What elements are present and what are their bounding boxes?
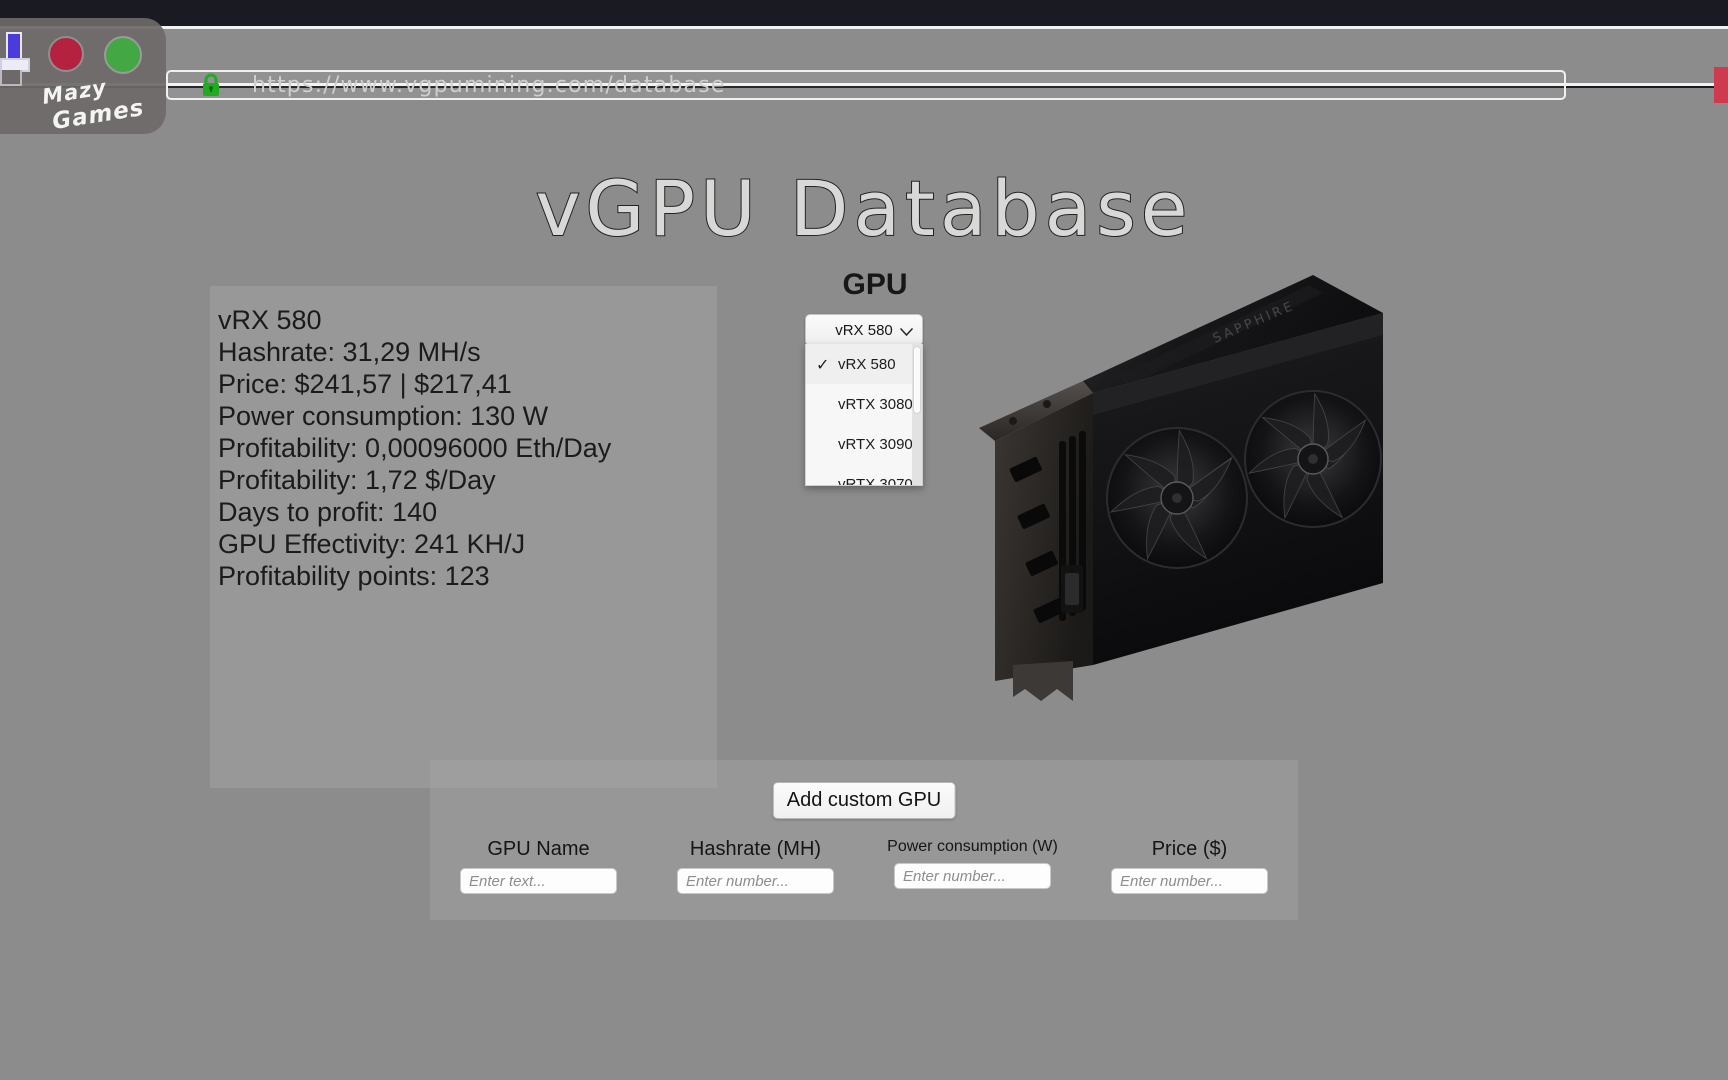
- power-consumption-label: Power consumption (W): [887, 838, 1058, 855]
- info-line: Hashrate: 31,29 MH/s: [218, 337, 481, 367]
- info-line: Days to profit: 140: [218, 497, 438, 527]
- info-line: Profitability: 1,72 $/Day: [218, 465, 496, 495]
- info-line: Profitability: 0,00096000 Eth/Day: [218, 433, 612, 463]
- url-text: https://www.vgpumining.com/database: [252, 72, 726, 98]
- dropdown-scrollbar[interactable]: [912, 344, 922, 485]
- dropdown-option-label: vRTX 3080: [838, 395, 913, 413]
- gpu-select[interactable]: vRX 580: [805, 314, 923, 346]
- price-input[interactable]: [1111, 868, 1268, 894]
- page-content: vGPU Database vRX 580 Hashrate: 31,29 MH…: [0, 88, 1728, 1080]
- gpu-info-panel: vRX 580 Hashrate: 31,29 MH/s Price: $241…: [210, 286, 717, 788]
- dropdown-option-label: vRTX 3090: [838, 435, 913, 453]
- info-line: Power consumption: 130 W: [218, 401, 549, 431]
- gpu-selector-section: GPU vRX 580 ✓ vRX 580 vRTX 3080 vRTX 309…: [760, 268, 990, 486]
- gpu-select-value: vRX 580: [835, 321, 893, 339]
- browser-toolbar: https://www.vgpumining.com/database: [0, 26, 1728, 103]
- hashrate-label: Hashrate (MH): [689, 838, 822, 860]
- info-line: Profitability points: 123: [218, 561, 490, 591]
- gpu-product-image: SAPPHIRE: [965, 273, 1385, 703]
- address-bar[interactable]: https://www.vgpumining.com/database: [166, 70, 1566, 100]
- mazy-games-overlay: Mazy Games: [0, 18, 166, 135]
- close-window-button[interactable]: [48, 36, 84, 72]
- power-consumption-input[interactable]: [894, 863, 1051, 889]
- field-group-hashrate: Hashrate (MH): [647, 838, 864, 894]
- custom-gpu-fields: GPU Name Hashrate (MH) Power consumption…: [430, 838, 1298, 894]
- chevron-down-icon: [900, 324, 913, 342]
- gpu-section-heading: GPU: [842, 268, 908, 301]
- mazy-logo-icon: [0, 32, 40, 86]
- check-icon: ✓: [816, 357, 830, 374]
- info-line: Price: $241,57 | $217,41: [218, 369, 512, 399]
- maximize-window-button[interactable]: [104, 36, 142, 74]
- field-group-gpu-name: GPU Name: [430, 838, 647, 894]
- dropdown-option-label: vRX 580: [838, 355, 896, 373]
- info-line: vRX 580: [218, 305, 322, 335]
- chrome-right-indicator: [1714, 67, 1728, 103]
- add-custom-gpu-button[interactable]: Add custom GPU: [772, 782, 956, 819]
- info-line: GPU Effectivity: 241 KH/J: [218, 529, 526, 559]
- gpu-name-label: GPU Name: [487, 838, 590, 860]
- gpu-name-input[interactable]: [460, 868, 617, 894]
- page-title: vGPU Database: [534, 163, 1193, 254]
- field-group-power-consumption: Power consumption (W): [864, 838, 1081, 894]
- dropdown-option-vrx-580[interactable]: ✓ vRX 580: [806, 344, 922, 384]
- dropdown-option-vrtx-3070[interactable]: vRTX 3070: [806, 464, 922, 486]
- gpu-dropdown-list[interactable]: ✓ vRX 580 vRTX 3080 vRTX 3090 vRTX 3070: [805, 344, 923, 486]
- dropdown-option-vrtx-3090[interactable]: vRTX 3090: [806, 424, 922, 464]
- add-custom-gpu-card: Add custom GPU GPU Name Hashrate (MH) Po…: [430, 760, 1298, 920]
- lock-icon: [200, 73, 222, 97]
- dropdown-option-label: vRTX 3070: [838, 475, 913, 486]
- dropdown-option-vrtx-3080[interactable]: vRTX 3080: [806, 384, 922, 424]
- price-label: Price ($): [1151, 838, 1228, 860]
- dropdown-scrollbar-thumb[interactable]: [913, 346, 921, 414]
- browser-chrome: https://www.vgpumining.com/database: [0, 0, 1728, 103]
- hashrate-input[interactable]: [677, 868, 834, 894]
- field-group-price: Price ($): [1081, 838, 1298, 894]
